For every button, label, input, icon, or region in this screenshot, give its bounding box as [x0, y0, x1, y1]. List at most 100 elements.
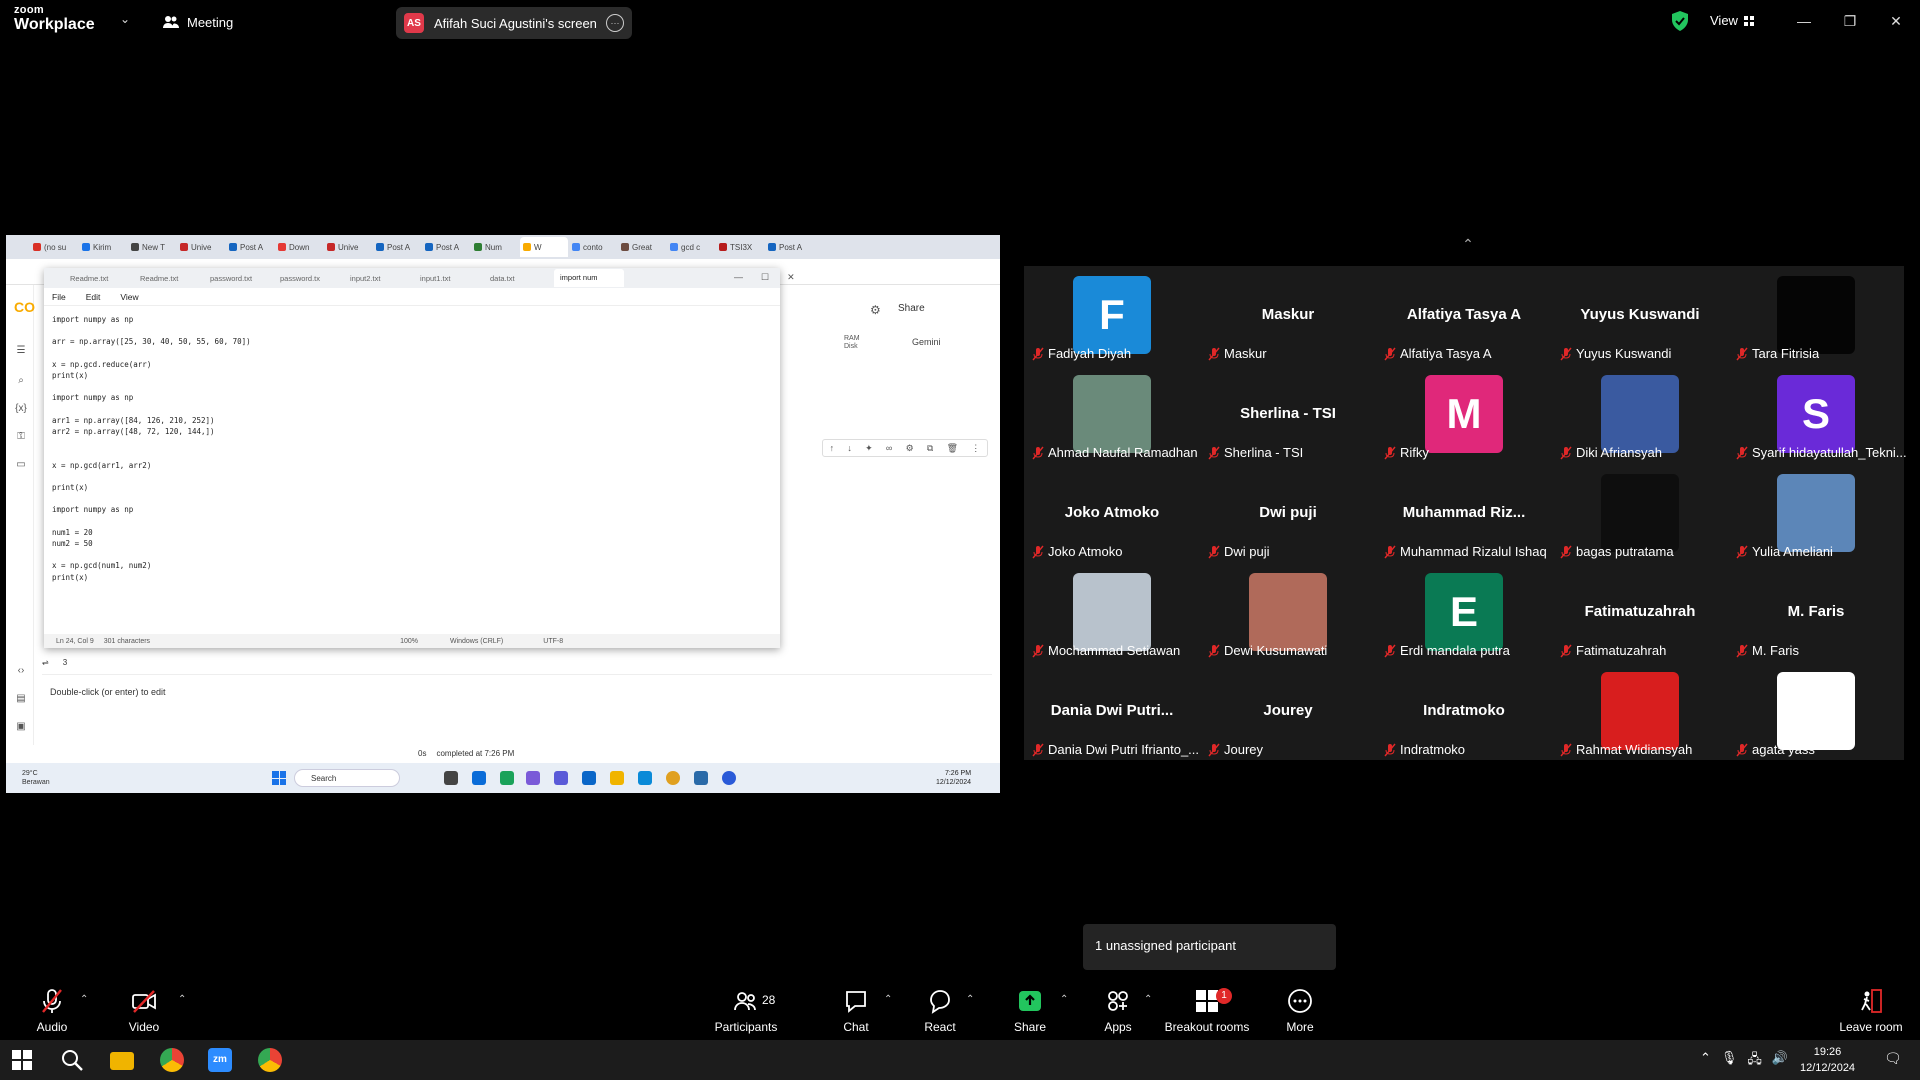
notification-icon[interactable]: 🗨 [1884, 1050, 1902, 1067]
participant-tile[interactable]: Fatimatuzahrah Fatimatuzahrah [1552, 563, 1728, 662]
taskview-icon[interactable] [444, 771, 458, 785]
close-icon[interactable]: ✕ [787, 272, 795, 283]
more-button[interactable]: More [1260, 988, 1340, 1034]
participant-tile[interactable]: bagas putratama [1552, 464, 1728, 563]
notepad-tab[interactable]: Readme.txt [134, 274, 204, 283]
participant-tile[interactable]: Dwi puji Dwi puji [1200, 464, 1376, 563]
notepad-icon[interactable] [694, 771, 708, 785]
apps-options-caret[interactable]: ⌃ [1144, 994, 1152, 1005]
browser-tab[interactable]: Great [618, 237, 666, 257]
participant-tile[interactable]: Yuyus Kuswandi Yuyus Kuswandi [1552, 266, 1728, 365]
notepad-tab[interactable]: data.txt [484, 274, 554, 283]
browser-tab[interactable]: (no su [30, 237, 78, 257]
more-icon[interactable]: ··· [606, 14, 624, 32]
audio-options-caret[interactable]: ⌃ [80, 994, 88, 1005]
notepad-tab[interactable]: Readme.txt [64, 274, 134, 283]
gemini-button[interactable]: Gemini [912, 337, 941, 347]
more-vert-icon[interactable]: ⋮ [971, 443, 980, 454]
store-icon[interactable] [582, 771, 596, 785]
participant-tile[interactable]: Dania Dwi Putri... Dania Dwi Putri Ifrian… [1024, 662, 1200, 761]
react-options-caret[interactable]: ⌃ [966, 994, 974, 1005]
browser-tab[interactable]: Post A [373, 237, 421, 257]
minimize-icon[interactable]: — [734, 272, 743, 283]
browser-tab[interactable]: Post A [226, 237, 274, 257]
text-cell-placeholder[interactable]: Double-click (or enter) to edit [50, 687, 166, 697]
participant-tile[interactable]: Dewi Kusumawati [1200, 563, 1376, 662]
code-icon[interactable]: ‹› [14, 665, 28, 677]
chevron-down-icon[interactable]: ⌄ [120, 12, 130, 26]
chrome-icon[interactable] [160, 1048, 184, 1072]
app-icon[interactable] [500, 771, 514, 785]
vscode-icon[interactable] [472, 771, 486, 785]
participant-tile[interactable]: Joko Atmoko Joko Atmoko [1024, 464, 1200, 563]
share-screen-button[interactable]: Share [990, 988, 1070, 1034]
leave-room-button[interactable]: Leave room [1826, 988, 1916, 1034]
weather-widget[interactable]: 29°C Berawan [22, 769, 50, 787]
move-down-icon[interactable]: ↓ [847, 443, 852, 453]
teams-icon[interactable] [554, 771, 568, 785]
notepad-tab[interactable]: input2.txt [344, 274, 414, 283]
browser-tab[interactable]: Unive [324, 237, 372, 257]
browser-tab[interactable]: Post A [422, 237, 470, 257]
search-icon[interactable]: ⌕ [14, 375, 28, 387]
notepad-editor[interactable]: import numpy as np arr = np.array([25, 3… [52, 314, 752, 614]
folder-icon[interactable]: ▭ [14, 459, 28, 471]
participant-tile[interactable]: Jourey Jourey [1200, 662, 1376, 761]
taskbar-search[interactable]: Search [294, 769, 400, 787]
notepad-tab[interactable]: password.tx [274, 274, 344, 283]
participant-tile[interactable]: M Rifky [1376, 365, 1552, 464]
sparkle-icon[interactable]: ✦ [865, 443, 873, 454]
windows-start-icon[interactable] [12, 1050, 32, 1070]
participant-tile[interactable]: Maskur Maskur [1200, 266, 1376, 365]
share-options-caret[interactable]: ⌃ [1060, 994, 1068, 1005]
file-explorer-icon[interactable] [610, 771, 624, 785]
file-explorer-icon[interactable] [110, 1052, 134, 1070]
chrome-icon-2[interactable] [258, 1048, 282, 1072]
participant-tile[interactable]: F Fadiyah Diyah [1024, 266, 1200, 365]
menu-edit[interactable]: Edit [86, 292, 101, 302]
participant-tile[interactable]: Mochammad Setiawan [1024, 563, 1200, 662]
copy-icon[interactable]: ⧉ [927, 443, 933, 454]
minimize-icon[interactable]: — [1790, 8, 1818, 34]
browser-tab[interactable]: TSI3X [716, 237, 764, 257]
search-icon[interactable] [60, 1048, 84, 1072]
resource-meter[interactable]: RAM Disk [844, 335, 860, 351]
output-icon[interactable]: ⇌ [42, 658, 49, 667]
toc-icon[interactable]: ☰ [14, 345, 28, 357]
participant-tile[interactable]: M. Faris M. Faris [1728, 563, 1904, 662]
restore-icon[interactable]: ❐ [1836, 8, 1864, 34]
notepad-tab[interactable]: import num [554, 269, 624, 287]
participant-tile[interactable]: Muhammad Riz... Muhammad Rizalul Ishaq [1376, 464, 1552, 563]
close-icon[interactable]: ✕ [1882, 8, 1910, 34]
chevron-up-icon[interactable]: ⌃ [1452, 236, 1484, 260]
notepad-tab[interactable]: input1.txt [414, 274, 484, 283]
view-button[interactable]: View [1710, 13, 1754, 28]
network-icon[interactable]: 🖧 [1747, 1050, 1762, 1072]
participant-tile[interactable]: Yulia Ameliani [1728, 464, 1904, 563]
settings-icon[interactable]: ⚙ [870, 303, 881, 317]
delete-icon[interactable]: 🗑 [947, 443, 958, 454]
video-button[interactable]: Video [104, 988, 184, 1034]
zoom-app-icon[interactable]: zm [208, 1048, 232, 1072]
browser-tab[interactable]: Down [275, 237, 323, 257]
browser-tab[interactable]: Num [471, 237, 519, 257]
browser-tab[interactable]: W [520, 237, 568, 257]
meeting-info-button[interactable]: Meeting [163, 11, 233, 33]
zoom-app-icon[interactable] [722, 771, 736, 785]
participant-tile[interactable]: Diki Afriansyah [1552, 365, 1728, 464]
breakout-rooms-button[interactable]: Breakout rooms [1162, 988, 1252, 1034]
browser-tab[interactable]: conto [569, 237, 617, 257]
browser-tab[interactable]: gcd c [667, 237, 715, 257]
chrome-icon[interactable] [666, 771, 680, 785]
notepad-tab[interactable]: password.txt [204, 274, 274, 283]
participant-tile[interactable]: E Erdi mandala putra [1376, 563, 1552, 662]
chat-options-caret[interactable]: ⌃ [884, 994, 892, 1005]
taskbar-clock[interactable]: 19:26 12/12/2024 [1800, 1044, 1855, 1076]
menu-view[interactable]: View [120, 292, 138, 302]
link-icon[interactable]: ∞ [886, 443, 892, 453]
browser-tab[interactable]: Unive [177, 237, 225, 257]
volume-icon[interactable]: 🔊 [1772, 1050, 1788, 1072]
console-icon[interactable]: ▣ [14, 721, 28, 733]
browser-tab[interactable]: Post A [765, 237, 813, 257]
edge-icon[interactable] [638, 771, 652, 785]
